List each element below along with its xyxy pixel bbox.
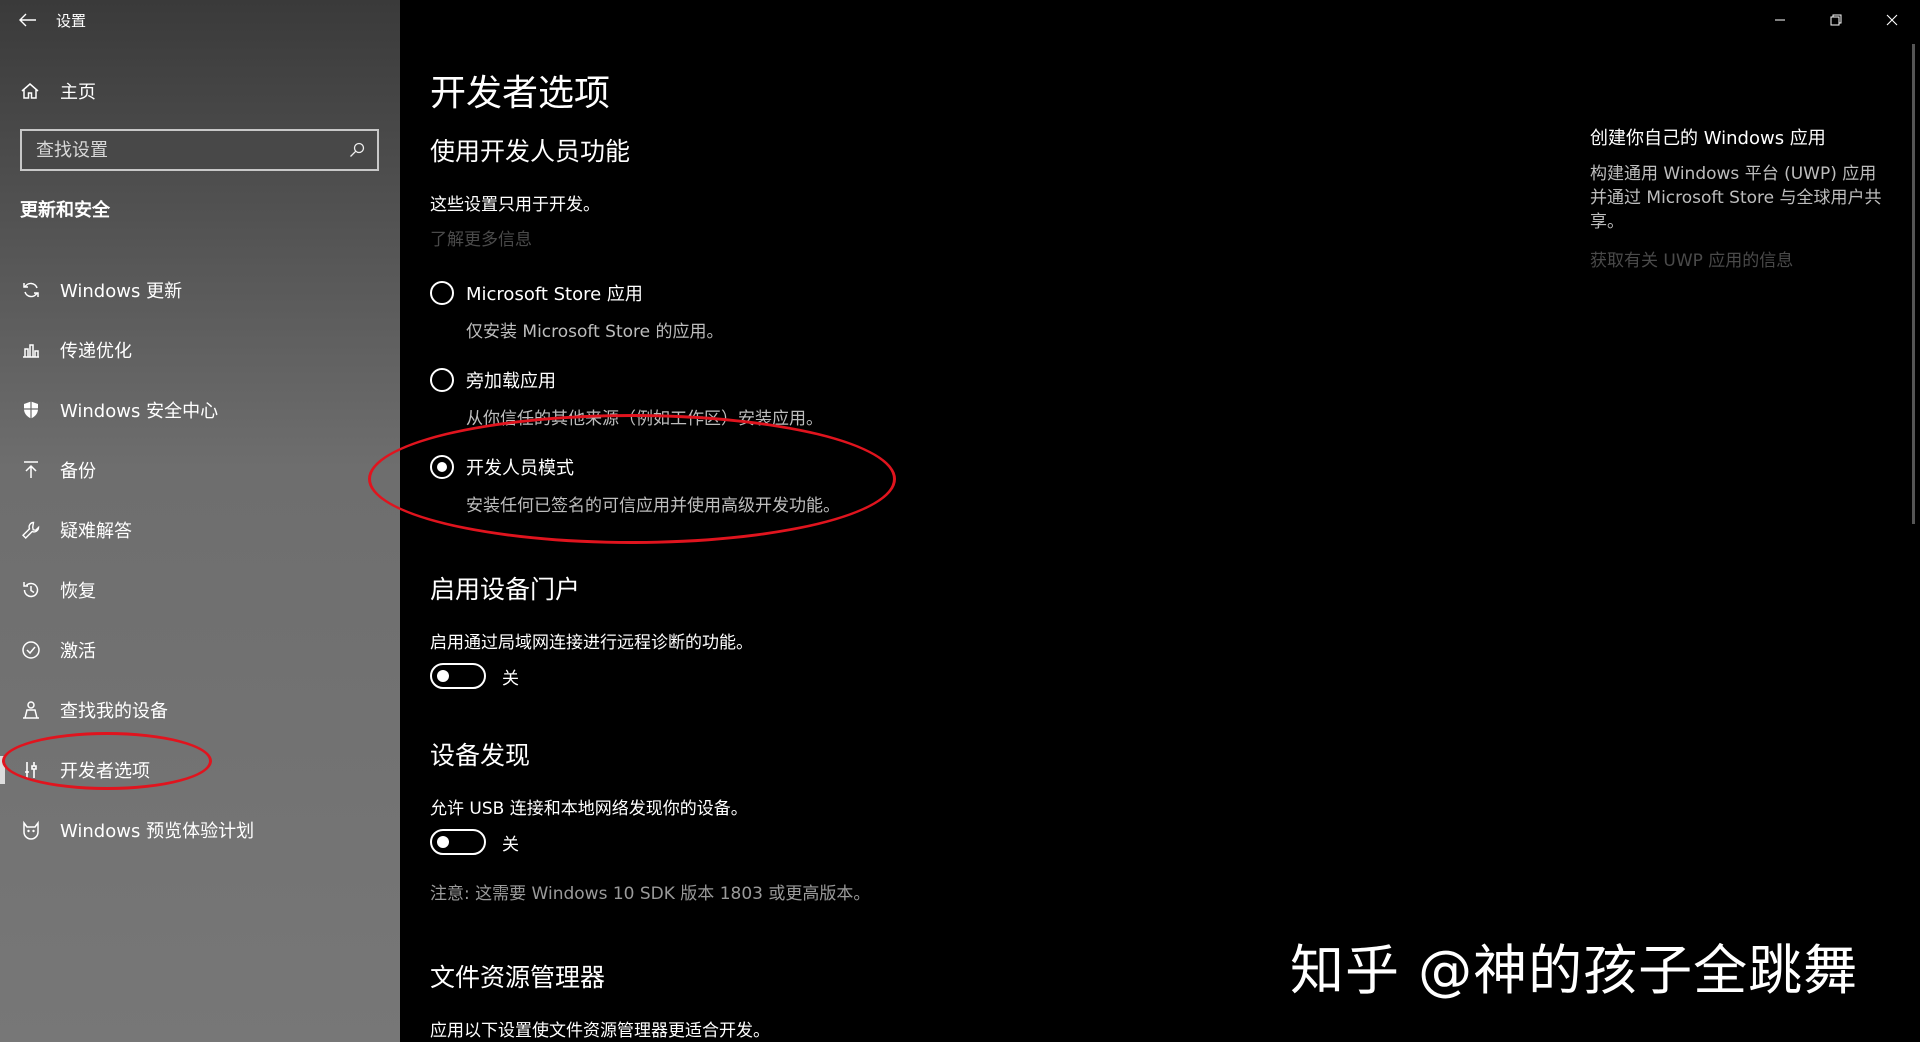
watermark: 知乎 @神的孩子全跳舞 bbox=[1290, 939, 1859, 1002]
close-button[interactable] bbox=[1864, 0, 1920, 40]
annotation-ellipse-developer-mode bbox=[368, 414, 896, 544]
history-icon bbox=[20, 579, 42, 601]
related-info-panel: 创建你自己的 Windows 应用 构建通用 Windows 平台 (UWP) … bbox=[1590, 124, 1890, 271]
sidebar-item-windows-security[interactable]: Windows 安全中心 bbox=[0, 380, 400, 440]
window-title: 设置 bbox=[56, 11, 87, 30]
person-locate-icon bbox=[20, 699, 42, 721]
device-portal-description: 启用通过局域网连接进行远程诊断的功能。 bbox=[430, 633, 753, 653]
device-portal-toggle-row[interactable]: 关 bbox=[430, 663, 519, 689]
home-icon bbox=[21, 83, 39, 99]
main-content: 开发者选项 使用开发人员功能 这些设置只用于开发。 了解更多信息 Microso… bbox=[368, 0, 1530, 1042]
device-discovery-toggle[interactable] bbox=[430, 829, 486, 855]
toggle-state-label: 关 bbox=[502, 834, 519, 855]
back-button[interactable] bbox=[0, 0, 56, 40]
device-portal-toggle[interactable] bbox=[430, 663, 486, 689]
sidebar-item-label: Windows 预览体验计划 bbox=[60, 821, 255, 842]
sdk-note: 注意: 这需要 Windows 10 SDK 版本 1803 或更高版本。 bbox=[430, 884, 871, 904]
radio-label: Microsoft Store 应用 bbox=[466, 284, 643, 305]
sidebar-item-label: 恢复 bbox=[60, 581, 96, 602]
related-title: 创建你自己的 Windows 应用 bbox=[1590, 128, 1826, 149]
uwp-info-link[interactable]: 获取有关 UWP 应用的信息 bbox=[1590, 246, 1890, 271]
window-controls bbox=[1752, 0, 1920, 40]
back-arrow-icon bbox=[19, 13, 36, 27]
learn-more-link[interactable]: 了解更多信息 bbox=[430, 225, 532, 250]
sidebar-item-label: 传递优化 bbox=[60, 341, 132, 362]
section-title: 更新和安全 bbox=[20, 200, 110, 221]
minimize-button[interactable] bbox=[1752, 0, 1808, 40]
minimize-icon bbox=[1775, 19, 1785, 21]
file-explorer-heading: 文件资源管理器 bbox=[430, 963, 606, 992]
restore-icon bbox=[1830, 14, 1842, 26]
device-portal-heading: 启用设备门户 bbox=[430, 575, 581, 604]
sidebar-item-label: Windows 安全中心 bbox=[60, 401, 219, 422]
sidebar-item-troubleshoot[interactable]: 疑难解答 bbox=[0, 500, 400, 560]
close-icon bbox=[1886, 14, 1898, 26]
restore-button[interactable] bbox=[1808, 0, 1864, 40]
radio-sub-store-apps: 仅安装 Microsoft Store 的应用。 bbox=[466, 322, 724, 342]
wrench-icon bbox=[20, 519, 42, 541]
backup-arrow-up-icon bbox=[20, 459, 42, 481]
sidebar-item-label: 备份 bbox=[60, 461, 96, 482]
sidebar-item-recovery[interactable]: 恢复 bbox=[0, 560, 400, 620]
radio-store-apps[interactable]: Microsoft Store 应用 bbox=[430, 280, 643, 306]
dev-features-heading: 使用开发人员功能 bbox=[430, 137, 631, 166]
device-discovery-description: 允许 USB 连接和本地网络发现你的设备。 bbox=[430, 799, 748, 819]
page-title: 开发者选项 bbox=[430, 73, 611, 114]
scrollbar[interactable] bbox=[1912, 44, 1915, 524]
sidebar: 设置 主页 更新和安全 Windows 更新 传递优化 bbox=[0, 0, 400, 1042]
annotation-ellipse-sidebar bbox=[2, 732, 212, 790]
file-explorer-description: 应用以下设置使文件资源管理器更适合开发。 bbox=[430, 1021, 770, 1041]
radio-button[interactable] bbox=[430, 281, 454, 305]
search-input[interactable] bbox=[34, 138, 349, 162]
search-icon[interactable] bbox=[349, 142, 365, 158]
sidebar-item-find-my-device[interactable]: 查找我的设备 bbox=[0, 680, 400, 740]
radio-button[interactable] bbox=[430, 368, 454, 392]
sidebar-item-label: 激活 bbox=[60, 641, 96, 662]
sidebar-item-windows-update[interactable]: Windows 更新 bbox=[0, 260, 400, 320]
related-body: 构建通用 Windows 平台 (UWP) 应用并通过 Microsoft St… bbox=[1590, 164, 1882, 232]
search-box[interactable] bbox=[20, 129, 379, 171]
sync-icon bbox=[20, 279, 42, 301]
sidebar-item-delivery-optimization[interactable]: 传递优化 bbox=[0, 320, 400, 380]
sidebar-item-home[interactable]: 主页 bbox=[0, 72, 400, 110]
insider-cat-icon bbox=[20, 819, 42, 841]
sidebar-item-label: 疑难解答 bbox=[60, 521, 132, 542]
sidebar-item-backup[interactable]: 备份 bbox=[0, 440, 400, 500]
sidebar-item-label: 查找我的设备 bbox=[60, 701, 168, 722]
sidebar-item-windows-insider[interactable]: Windows 预览体验计划 bbox=[0, 800, 400, 860]
title-bar: 设置 bbox=[0, 0, 400, 40]
dev-features-description: 这些设置只用于开发。 bbox=[430, 195, 600, 215]
toggle-state-label: 关 bbox=[502, 668, 519, 689]
device-discovery-toggle-row[interactable]: 关 bbox=[430, 829, 519, 855]
sidebar-item-activation[interactable]: 激活 bbox=[0, 620, 400, 680]
device-discovery-heading: 设备发现 bbox=[430, 741, 531, 770]
home-label: 主页 bbox=[60, 82, 96, 103]
radio-label: 旁加载应用 bbox=[466, 371, 556, 392]
delivery-optimization-icon bbox=[20, 339, 42, 361]
sidebar-item-label: Windows 更新 bbox=[60, 281, 183, 302]
shield-icon bbox=[20, 399, 42, 421]
check-circle-icon bbox=[20, 639, 42, 661]
radio-sideload-apps[interactable]: 旁加载应用 bbox=[430, 367, 556, 393]
